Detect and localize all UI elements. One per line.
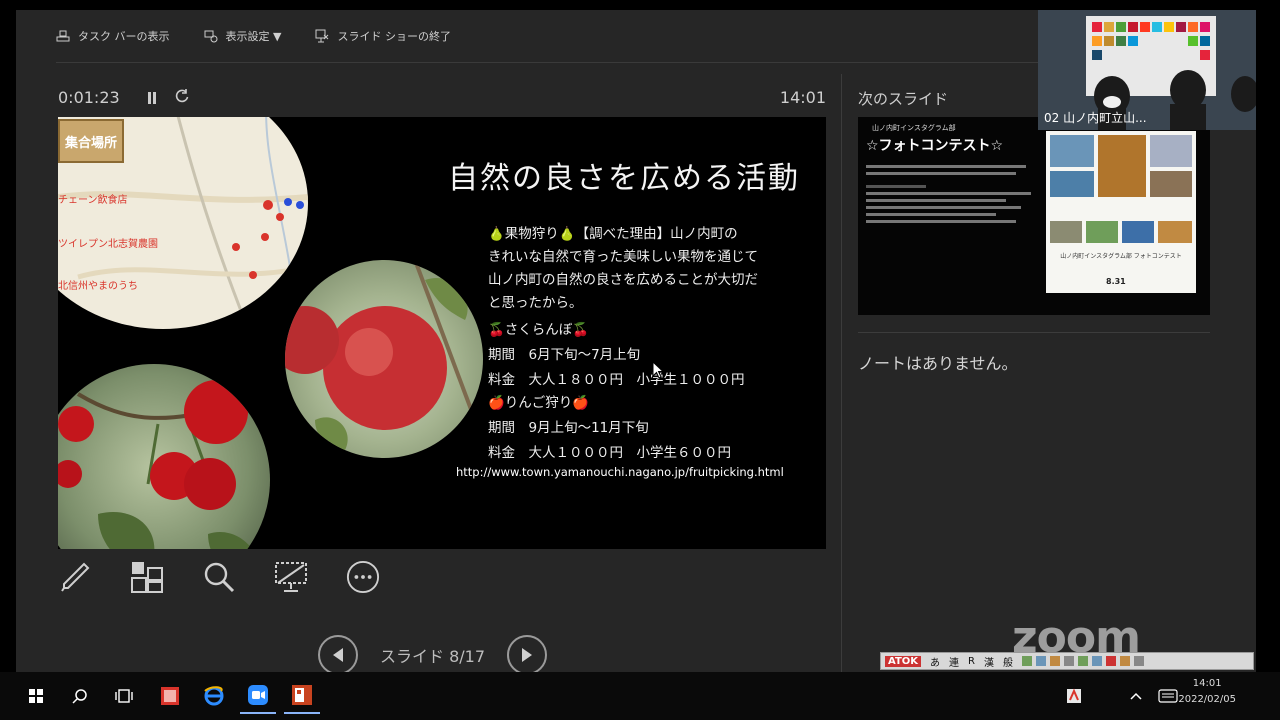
acrobat-icon: [1067, 688, 1081, 703]
apple-price: 料金 大人１０００円 小学生６００円: [488, 445, 731, 461]
search-button[interactable]: [62, 678, 98, 714]
more-options-button[interactable]: [346, 560, 380, 594]
start-button[interactable]: [18, 678, 54, 714]
timer-row: 0:01:23 14:01: [58, 88, 826, 112]
poster-subtitle: 山ノ内町インスタグラム部 フォトコンテスト: [1060, 253, 1182, 260]
powerpoint-icon: [292, 685, 312, 705]
apple-heading: 🍎りんご狩り🍎: [488, 395, 590, 411]
apple-photo: [285, 260, 483, 458]
previous-arrow-icon: [333, 648, 343, 662]
end-slideshow-button[interactable]: スライド ショーの終了: [315, 28, 451, 44]
zoom-app-button[interactable]: [240, 678, 276, 714]
speaker-notes[interactable]: ノートはありません。: [858, 350, 1018, 374]
fruit-picking-url[interactable]: http://www.town.yamanouchi.nagano.jp/fru…: [456, 465, 784, 479]
atok-logo: ATOK: [885, 655, 922, 667]
elapsed-timer: 0:01:23: [58, 88, 120, 107]
show-hidden-icons-button[interactable]: [1118, 678, 1154, 714]
windows-logo-icon: [29, 689, 43, 703]
display-settings-button[interactable]: 表示設定 ▼: [204, 28, 282, 44]
current-time: 14:01: [779, 88, 826, 107]
pen-tool-button[interactable]: [58, 560, 92, 594]
black-screen-button[interactable]: [274, 560, 308, 594]
restart-timer-icon[interactable]: [174, 88, 190, 108]
display-settings-label: 表示設定 ▼: [225, 30, 282, 43]
ime-mode-ren[interactable]: 連: [949, 654, 959, 669]
app-photo-button[interactable]: [152, 678, 188, 714]
map-label-board: 集合場所: [58, 119, 124, 163]
slide-counter[interactable]: スライド 8/17: [380, 643, 485, 667]
notes-divider: [858, 332, 1210, 333]
mouse-cursor-icon: [652, 361, 664, 379]
reason-line-2: きれいな自然で育った美味しい果物を通じて: [488, 249, 758, 265]
map-item-3: 北信州やまのうち: [58, 281, 138, 292]
cherry-photo: [58, 364, 270, 549]
next-slide-text-block: [866, 161, 1036, 227]
windows-taskbar: 14:01 2022/02/05: [0, 672, 1280, 720]
map-item-1: チェーン飲食店: [58, 195, 128, 206]
edge-button[interactable]: [196, 678, 232, 714]
show-taskbar-button[interactable]: タスク バーの表示: [56, 28, 170, 44]
ime-tool-icons[interactable]: [1022, 656, 1144, 666]
next-slide-button[interactable]: [507, 635, 548, 675]
map-item-2: ツイレプン北志賀農園: [58, 239, 158, 250]
slide-navigation: スライド 8/17: [318, 635, 548, 675]
zoom-slide-button[interactable]: [202, 560, 236, 594]
ime-mode-romaji[interactable]: R: [968, 656, 975, 667]
pause-timer-icon[interactable]: [146, 90, 158, 109]
slide-body: 🍐果物狩り🍐【調べた理由】山ノ内町の きれいな自然で育った美味しい果物を通じて …: [488, 223, 818, 465]
keyboard-icon: [1158, 689, 1178, 703]
grid-icon: [131, 562, 163, 593]
task-view-button[interactable]: [106, 678, 142, 714]
ime-mode-general[interactable]: 般: [1003, 654, 1013, 669]
powerpoint-app-button[interactable]: [284, 678, 320, 714]
ime-mode-hiragana[interactable]: あ: [930, 654, 940, 669]
participant-video-thumbnail[interactable]: 02 山ノ内町立山...: [1038, 10, 1256, 130]
ime-toolbar[interactable]: ATOK あ 連 R 漢 般: [880, 652, 1254, 670]
pen-icon: [61, 562, 90, 592]
next-arrow-icon: [522, 648, 533, 662]
reason-line-4: と思ったから。: [488, 295, 583, 311]
task-view-icon: [115, 689, 133, 703]
display-settings-icon: [204, 29, 218, 43]
zoom-icon: [248, 685, 268, 705]
more-icon: [346, 560, 380, 594]
slide-title: 自然の良さを広める活動: [448, 161, 800, 196]
next-slide-poster: 山ノ内町インスタグラム部 フォトコンテスト 8.31: [1046, 131, 1196, 293]
screen-icon: [275, 562, 307, 592]
end-slideshow-icon: [315, 29, 329, 43]
chevron-up-icon: [1130, 692, 1142, 700]
internet-explorer-icon: [204, 686, 224, 706]
system-date: 2022/02/05: [1178, 694, 1236, 705]
ime-mode-kanji[interactable]: 漢: [984, 654, 994, 669]
next-slide-header: 山ノ内町インスタグラム部: [872, 124, 956, 132]
next-slide-title: ☆フォトコンテスト☆: [866, 138, 1004, 154]
pane-divider[interactable]: [841, 74, 842, 674]
app-photo-icon: [161, 687, 179, 705]
magnifier-icon: [204, 562, 235, 593]
end-slideshow-label: スライド ショーの終了: [337, 30, 451, 43]
cherry-heading: 🍒さくらんぼ🍒: [488, 322, 590, 338]
search-icon: [72, 689, 87, 704]
poster-deadline: 8.31: [1106, 277, 1126, 286]
tray-app-icon[interactable]: [1056, 678, 1092, 714]
slide-tools: [58, 560, 380, 594]
show-taskbar-label: タスク バーの表示: [78, 30, 170, 43]
system-time: 14:01: [1192, 678, 1222, 689]
apple-period: 期間 9月上旬〜11月下旬: [488, 420, 649, 436]
system-clock[interactable]: 14:01 2022/02/05: [1178, 676, 1236, 708]
previous-slide-button[interactable]: [318, 635, 358, 675]
participant-name: 02 山ノ内町立山...: [1044, 111, 1147, 125]
taskbar-icon: [56, 29, 70, 43]
toolbar-divider: [56, 62, 1066, 63]
reason-line-1: 🍐果物狩り🍐【調べた理由】山ノ内町の: [488, 226, 738, 242]
current-slide[interactable]: 集合場所 チェーン飲食店 ツイレプン北志賀農園 北信州やまのうち 自然の良さを広…: [58, 117, 826, 549]
meeting-point-map: 集合場所 チェーン飲食店 ツイレプン北志賀農園 北信州やまのうち: [58, 117, 308, 329]
see-all-slides-button[interactable]: [130, 560, 164, 594]
next-slide-label: 次のスライド: [858, 90, 949, 108]
next-slide-preview[interactable]: 山ノ内町インスタグラム部 ☆フォトコンテスト☆ 山ノ内町インスタグラム部 フォト…: [858, 117, 1210, 315]
map-label: 集合場所: [64, 135, 117, 151]
reason-line-3: 山ノ内町の自然の良さを広めることが大切だ: [488, 272, 758, 288]
